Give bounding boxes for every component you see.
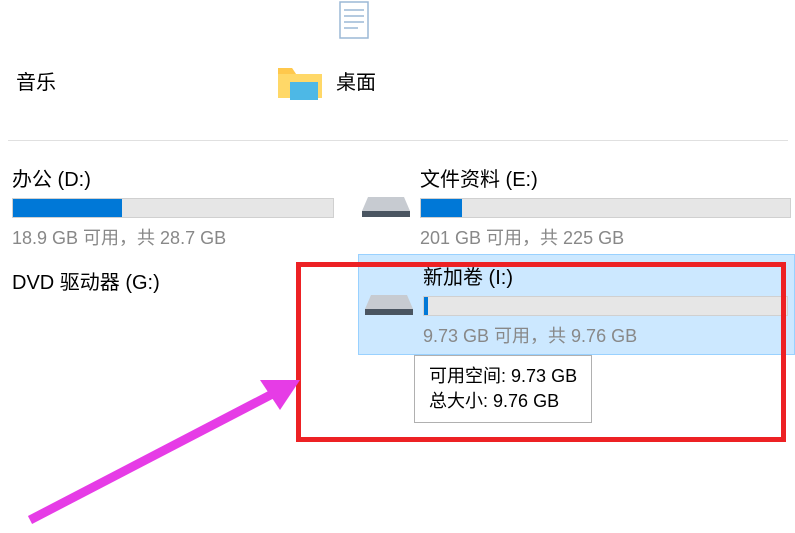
drive-e-name: 文件资料 (E:) [420,163,791,192]
desktop-label: 桌面 [336,66,376,95]
tooltip-total-label: 总大小: [429,391,488,411]
tooltip-available-value: 9.73 GB [511,366,577,386]
drive-g-name: DVD 驱动器 (G:) [12,258,334,295]
annotation-arrow [0,350,300,530]
drive-d-stats: 18.9 GB 可用，共 28.7 GB [12,224,334,250]
drive-d-bar [12,198,334,218]
music-label: 音乐 [16,66,56,95]
drive-i-stats: 9.73 GB 可用，共 9.76 GB [423,322,788,348]
drive-i-fill [424,297,428,315]
music-folder[interactable]: 音乐 [16,60,56,100]
drive-e-stats: 201 GB 可用，共 225 GB [420,224,791,250]
document-icon [334,0,374,40]
drive-i-name: 新加卷 (I:) [423,261,788,290]
tooltip-available-label: 可用空间: [429,366,506,386]
drive-e-bar [420,198,791,218]
drive-i[interactable]: 新加卷 (I:) 9.73 GB 可用，共 9.76 GB [358,254,795,355]
drive-d[interactable]: 办公 (D:) 18.9 GB 可用，共 28.7 GB [8,159,338,254]
drive-e[interactable]: 文件资料 (E:) 201 GB 可用，共 225 GB [358,159,795,254]
drive-g[interactable]: DVD 驱动器 (G:) [8,254,338,355]
drive-d-fill [13,199,122,217]
drive-tooltip: 可用空间: 9.73 GB 总大小: 9.76 GB [414,355,592,423]
hdd-icon [365,261,413,348]
drive-d-name: 办公 (D:) [12,163,334,192]
desktop-folder[interactable]: 桌面 [276,60,376,100]
drive-e-fill [421,199,462,217]
hdd-icon [362,163,410,250]
drive-i-bar [423,296,788,316]
folder-icon [276,60,324,100]
tooltip-total-value: 9.76 GB [493,391,559,411]
